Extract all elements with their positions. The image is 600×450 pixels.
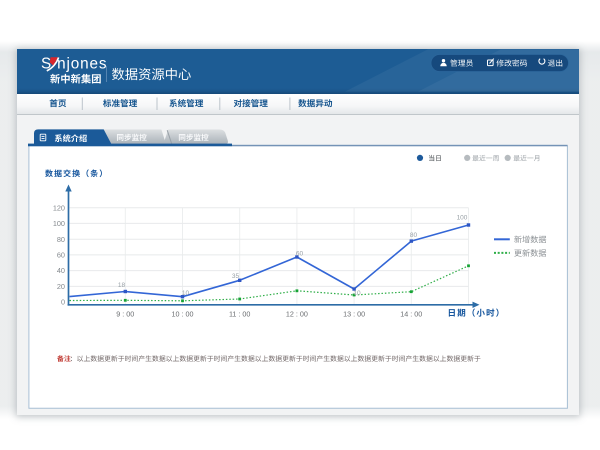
- svg-text:0: 0: [61, 298, 65, 307]
- svg-text:100: 100: [457, 215, 468, 222]
- svg-text:100: 100: [53, 219, 65, 228]
- svg-text:10: 10: [182, 290, 190, 297]
- svg-text:60: 60: [57, 251, 65, 260]
- svg-text:60: 60: [296, 251, 304, 258]
- svg-text:11 : 00: 11 : 00: [229, 310, 250, 319]
- svg-text:9 : 00: 9 : 00: [116, 310, 134, 319]
- svg-text:120: 120: [53, 203, 65, 212]
- svg-text:20: 20: [57, 282, 65, 291]
- svg-text:80: 80: [410, 232, 418, 239]
- svg-text:18: 18: [118, 282, 126, 289]
- svg-text:14 : 00: 14 : 00: [400, 310, 422, 319]
- svg-text:80: 80: [57, 235, 65, 244]
- svg-text:40: 40: [57, 266, 65, 275]
- svg-text:10 : 00: 10 : 00: [172, 310, 194, 319]
- svg-text:35: 35: [232, 273, 240, 280]
- svg-text:12 : 00: 12 : 00: [286, 310, 308, 319]
- svg-text:13 : 00: 13 : 00: [343, 310, 365, 319]
- svg-text:10: 10: [353, 290, 361, 297]
